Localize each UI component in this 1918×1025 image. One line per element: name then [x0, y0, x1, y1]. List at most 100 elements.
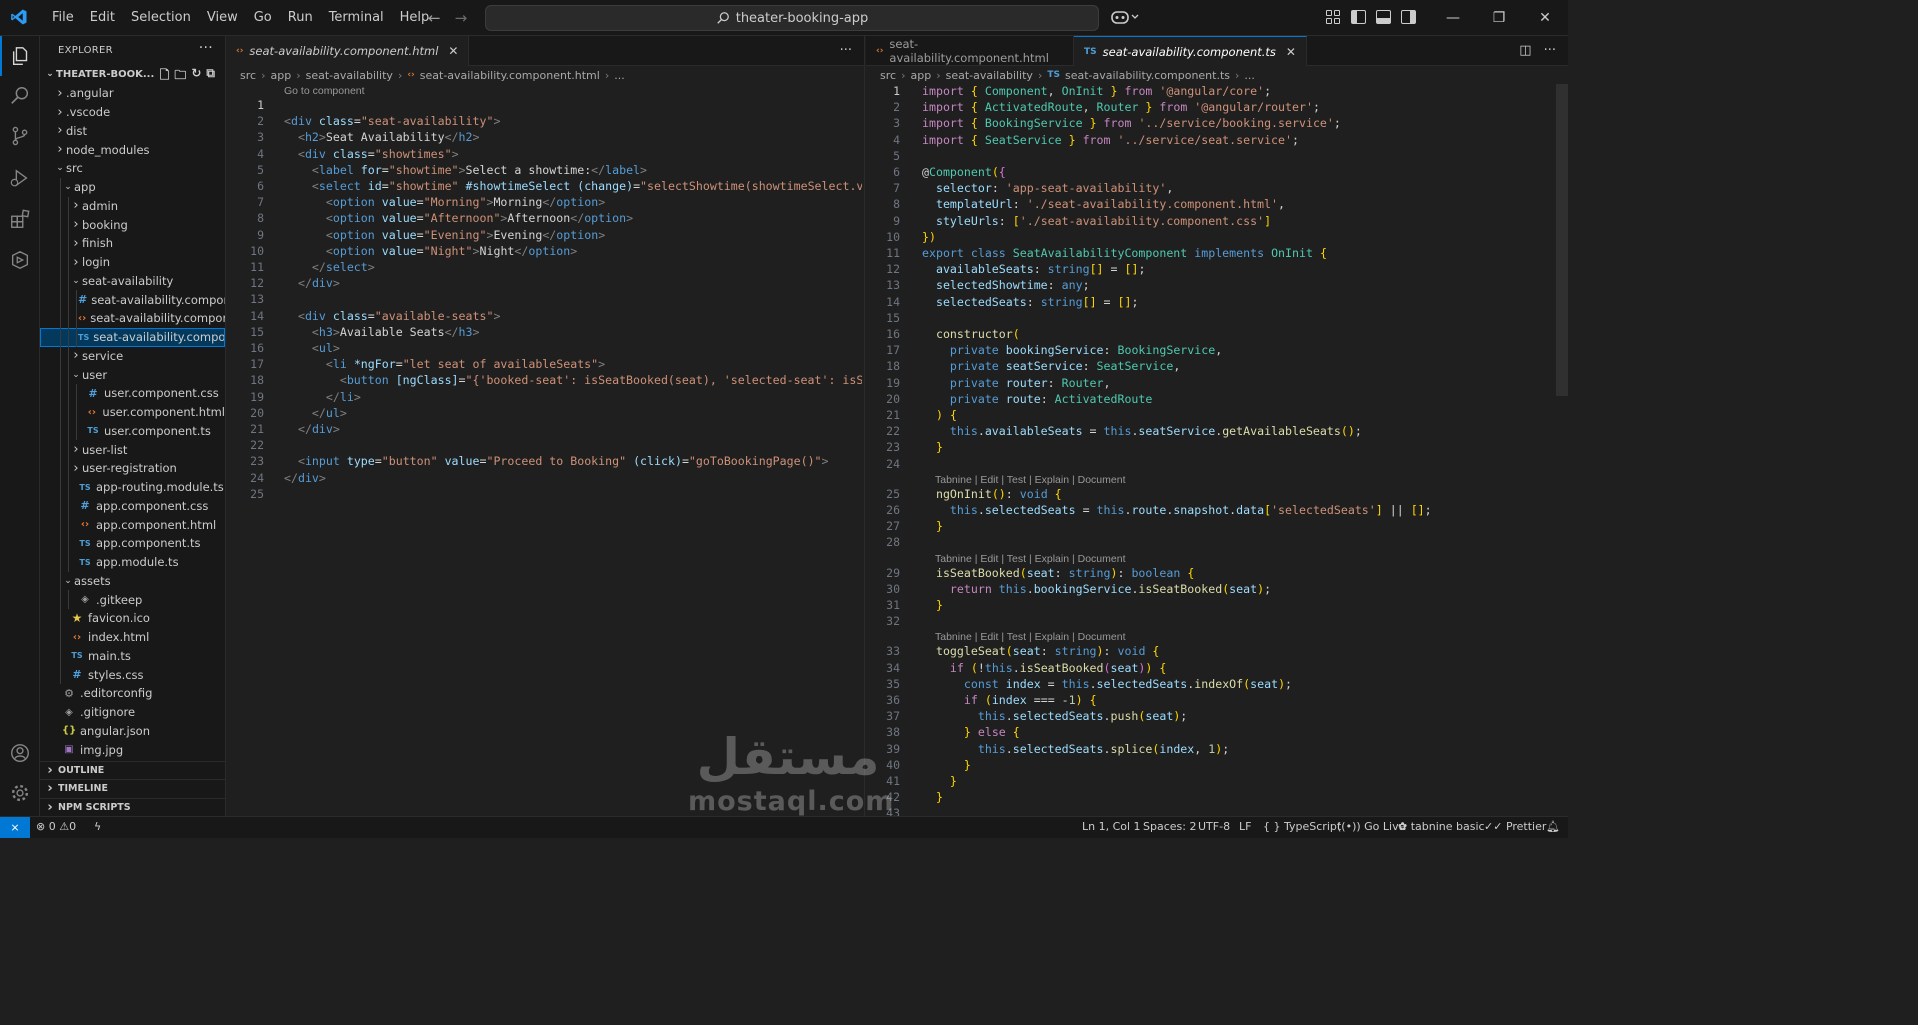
settings-gear-icon[interactable]: [0, 773, 40, 813]
breadcrumb-item[interactable]: app: [910, 69, 931, 82]
split-editor-icon[interactable]: ◫: [1519, 43, 1531, 58]
toggle-panel-icon[interactable]: [1376, 10, 1391, 24]
file-row[interactable]: TS user.component.ts: [40, 421, 225, 441]
folder-row[interactable]: › node_modules: [40, 140, 225, 159]
more-actions-icon[interactable]: ···: [199, 40, 213, 56]
file-row[interactable]: ‹› user.component.html: [40, 402, 225, 422]
file-row[interactable]: # user.component.css: [40, 384, 225, 403]
folder-row[interactable]: › booking: [40, 215, 225, 234]
toggle-secondary-sidebar-icon[interactable]: [1401, 10, 1416, 24]
menu-terminal[interactable]: Terminal: [321, 0, 392, 36]
folder-row[interactable]: ⌄ app: [40, 177, 225, 197]
file-row[interactable]: TSseat-availability.compone...: [40, 327, 225, 347]
folder-row[interactable]: › .angular: [40, 84, 225, 103]
back-arrow-icon[interactable]: ←: [428, 9, 441, 27]
file-row[interactable]: TS app.module.ts: [40, 552, 225, 572]
tab-seat-availability-html[interactable]: ‹› seat-availability.component.html: [866, 36, 1074, 66]
folder-row[interactable]: ⌄ src: [40, 159, 225, 178]
folder-row[interactable]: ⌄ user: [40, 365, 225, 384]
tab-seat-availability-html[interactable]: ‹› seat-availability.component.html ✕: [226, 36, 470, 66]
folder-row[interactable]: › user-registration: [40, 459, 225, 478]
explorer-activity-icon[interactable]: [0, 36, 40, 76]
copilot-icon[interactable]: [1111, 9, 1139, 29]
menu-go[interactable]: Go: [246, 0, 280, 36]
folder-row[interactable]: › service: [40, 346, 225, 366]
file-row[interactable]: ⚙ .editorconfig: [40, 684, 225, 703]
file-row[interactable]: ‹›seat-availability.compone...: [40, 309, 225, 328]
file-row[interactable]: # app.component.css: [40, 496, 225, 516]
lightning-icon[interactable]: ϟ: [94, 820, 101, 833]
breadcrumb-item[interactable]: src: [880, 69, 896, 82]
file-row[interactable]: TS app.component.ts: [40, 534, 225, 553]
file-row[interactable]: ▣ img.jpg: [40, 740, 225, 759]
folder-row[interactable]: › admin: [40, 196, 225, 216]
problems-indicator[interactable]: ⊗ 0 ⚠0: [36, 820, 76, 833]
close-window-icon[interactable]: ✕: [1522, 0, 1568, 36]
cursor-position[interactable]: Ln 1, Col 1: [1082, 820, 1141, 833]
minimize-icon[interactable]: —: [1430, 0, 1476, 36]
folder-row[interactable]: › user-list: [40, 440, 225, 459]
section-npm-scripts[interactable]: › NPM SCRIPTS: [40, 797, 225, 817]
file-row[interactable]: ★ favicon.ico: [40, 609, 225, 628]
file-row[interactable]: ◈ .gitignore: [40, 703, 225, 722]
language-mode[interactable]: { } TypeScript: [1263, 820, 1341, 833]
code-editor-html[interactable]: Go to component 1 2 <div class="seat-availa…: [226, 84, 864, 784]
folder-row[interactable]: › dist: [40, 122, 225, 141]
file-row[interactable]: ‹› index.html: [40, 627, 225, 647]
close-tab-icon[interactable]: ✕: [448, 44, 458, 58]
file-row[interactable]: ‹› app.component.html: [40, 515, 225, 534]
folder-row[interactable]: › login: [40, 252, 225, 272]
file-row[interactable]: TS main.ts: [40, 646, 225, 666]
encoding[interactable]: UTF-8: [1198, 820, 1230, 833]
breadcrumb-item[interactable]: ...: [614, 69, 625, 82]
folder-row[interactable]: ⌄ seat-availability: [40, 271, 225, 291]
project-root[interactable]: ⌄ THEATER-BOOK... 🗋 🗀 ↻ ⧉: [40, 64, 225, 84]
angular-language-icon[interactable]: [0, 240, 40, 280]
go-live-button[interactable]: ((•)) Go Live: [1337, 820, 1405, 833]
file-row[interactable]: {} angular.json: [40, 722, 225, 741]
customize-layout-icon[interactable]: [1326, 10, 1341, 24]
codelens-tabnine[interactable]: Tabnine | Edit | Test | Explain | Docume…: [935, 631, 1125, 643]
close-tab-icon[interactable]: ✕: [1286, 45, 1296, 59]
file-row[interactable]: ◈ .gitkeep: [40, 590, 225, 609]
codelens-go-to-component[interactable]: Go to component: [284, 85, 365, 97]
toggle-primary-sidebar-icon[interactable]: [1351, 10, 1366, 24]
breadcrumb-item[interactable]: seat-availability.component.html: [420, 69, 600, 82]
forward-arrow-icon[interactable]: →: [455, 9, 468, 27]
file-row[interactable]: #seat-availability.compone...: [40, 290, 225, 309]
section-outline[interactable]: › OUTLINE: [40, 760, 225, 780]
line-ending[interactable]: LF: [1239, 820, 1251, 833]
folder-row[interactable]: › .vscode: [40, 103, 225, 122]
menu-selection[interactable]: Selection: [123, 0, 199, 36]
more-actions-icon[interactable]: ···: [840, 43, 852, 58]
indentation[interactable]: Spaces: 2: [1143, 820, 1196, 833]
accounts-icon[interactable]: [0, 733, 40, 773]
breadcrumb-item[interactable]: seat-availability: [306, 69, 393, 82]
more-actions-icon[interactable]: ···: [1544, 43, 1556, 58]
menu-view[interactable]: View: [199, 0, 246, 36]
menu-run[interactable]: Run: [280, 0, 321, 36]
remote-icon[interactable]: ⨯: [0, 817, 30, 838]
folder-row[interactable]: ⌄ assets: [40, 571, 225, 591]
breadcrumb-item[interactable]: seat-availability.component.ts: [1065, 69, 1230, 82]
breadcrumb-item[interactable]: src: [240, 69, 256, 82]
breadcrumb-item[interactable]: app: [270, 69, 291, 82]
tab-seat-availability-ts[interactable]: TS seat-availability.component.ts ✕: [1074, 36, 1307, 66]
codelens-tabnine[interactable]: Tabnine | Edit | Test | Explain | Docume…: [935, 474, 1125, 486]
file-row[interactable]: # styles.css: [40, 665, 225, 684]
file-row[interactable]: TS app-routing.module.ts: [40, 477, 225, 497]
prettier-status[interactable]: ✓✓ Prettier: [1484, 820, 1546, 833]
menu-file[interactable]: File: [44, 0, 82, 36]
notifications-bell-icon[interactable]: 🔔︎: [1546, 820, 1560, 833]
tabnine-status[interactable]: ✿ tabnine basic: [1398, 820, 1485, 833]
section-timeline[interactable]: › TIMELINE: [40, 779, 225, 798]
source-control-icon[interactable]: [0, 116, 40, 156]
restore-icon[interactable]: ❐: [1476, 0, 1522, 36]
search-activity-icon[interactable]: [0, 76, 40, 116]
breadcrumb-item[interactable]: ...: [1244, 69, 1255, 82]
run-debug-icon[interactable]: [0, 158, 40, 198]
menu-edit[interactable]: Edit: [82, 0, 123, 36]
command-center-search[interactable]: theater-booking-app: [485, 5, 1099, 31]
codelens-tabnine[interactable]: Tabnine | Edit | Test | Explain | Docume…: [935, 553, 1125, 565]
folder-row[interactable]: › finish: [40, 234, 225, 253]
